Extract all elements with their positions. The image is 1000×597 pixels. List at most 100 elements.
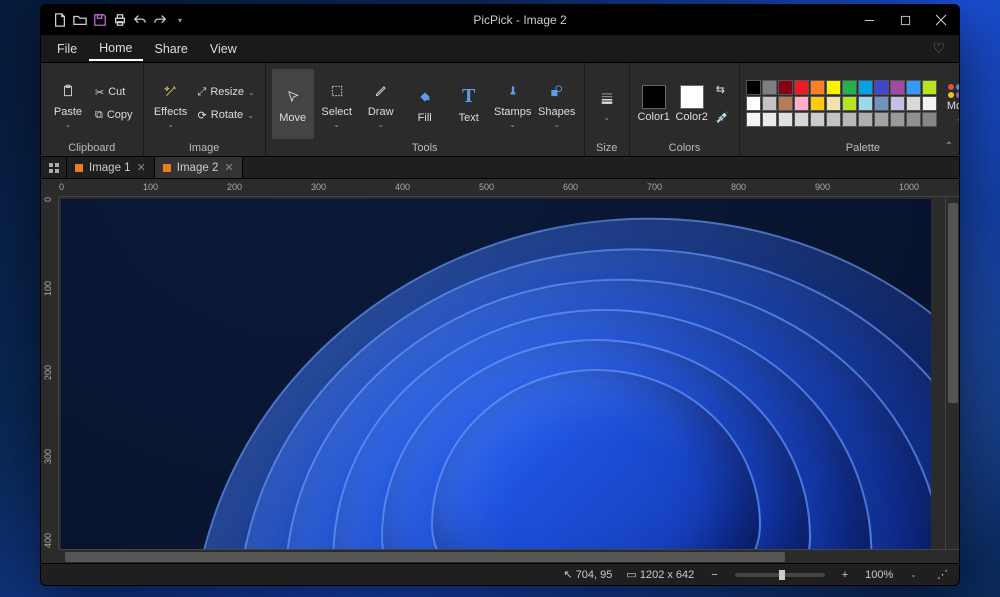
print-icon[interactable] <box>111 11 129 29</box>
palette-swatch[interactable] <box>778 112 793 127</box>
palette-swatch[interactable] <box>906 112 921 127</box>
ruler-horizontal[interactable]: 01002003004005006007008009001000 <box>59 179 959 197</box>
palette-swatch[interactable] <box>858 80 873 95</box>
new-file-icon[interactable] <box>51 11 69 29</box>
tab-image1[interactable]: Image 1✕ <box>67 157 155 178</box>
tool-draw[interactable]: Draw⌄ <box>360 69 402 139</box>
ruler-tick: 400 <box>43 533 53 548</box>
paste-button[interactable]: Paste⌄ <box>47 69 89 139</box>
menu-share[interactable]: Share <box>145 38 198 60</box>
heart-icon[interactable]: ♡ <box>932 40 953 57</box>
palette-swatch[interactable] <box>906 96 921 111</box>
scrollbar-horizontal[interactable] <box>59 549 959 563</box>
palette-swatch[interactable] <box>890 96 905 111</box>
save-icon[interactable] <box>91 11 109 29</box>
canvas-viewport[interactable] <box>59 197 945 549</box>
palette-swatch[interactable] <box>922 96 937 111</box>
bucket-icon <box>412 84 438 110</box>
group-image: Effects⌄ ⤢Resize ⌄ ⟳Rotate ⌄ Image <box>144 63 266 156</box>
effects-button[interactable]: Effects⌄ <box>150 69 192 139</box>
canvas[interactable] <box>61 199 931 549</box>
palette-swatch[interactable] <box>842 96 857 111</box>
zoom-in-button[interactable]: + <box>839 569 851 581</box>
palette-swatch[interactable] <box>746 80 761 95</box>
tool-shapes[interactable]: Shapes⌄ <box>536 69 578 139</box>
resize-button[interactable]: ⤢Resize ⌄ <box>194 81 259 103</box>
minimize-button[interactable] <box>851 5 887 35</box>
resize-grip-icon[interactable]: ⋰ <box>934 568 951 581</box>
tab-image2[interactable]: Image 2✕ <box>155 157 243 178</box>
zoom-slider[interactable] <box>735 573 825 577</box>
ruler-tick: 400 <box>395 182 410 192</box>
rotate-button[interactable]: ⟳Rotate ⌄ <box>194 104 259 126</box>
image-size-icon: ▭ <box>626 569 639 581</box>
color1-button[interactable]: Color1 <box>636 69 672 139</box>
shapes-icon <box>544 78 570 104</box>
undo-icon[interactable] <box>131 11 149 29</box>
palette-swatch[interactable] <box>810 96 825 111</box>
menu-home[interactable]: Home <box>89 37 142 61</box>
palette-swatch[interactable] <box>762 96 777 111</box>
palette-swatch[interactable] <box>810 112 825 127</box>
tool-stamps[interactable]: Stamps⌄ <box>492 69 534 139</box>
swap-colors-button[interactable]: ⇆ <box>712 79 734 101</box>
palette-swatch[interactable] <box>922 80 937 95</box>
close-button[interactable] <box>923 5 959 35</box>
tab-close-icon[interactable]: ✕ <box>224 161 233 174</box>
palette-swatch[interactable] <box>810 80 825 95</box>
ruler-vertical[interactable]: 0100200300400 <box>41 197 59 549</box>
palette-swatch[interactable] <box>746 96 761 111</box>
palette-swatch[interactable] <box>874 80 889 95</box>
menu-view[interactable]: View <box>200 38 247 60</box>
redo-icon[interactable] <box>151 11 169 29</box>
scrollbar-thumb[interactable] <box>65 552 785 562</box>
palette-swatch[interactable] <box>842 80 857 95</box>
resize-icon: ⤢ <box>198 86 207 99</box>
qat-dropdown-icon[interactable]: ▾ <box>171 11 189 29</box>
palette-swatch[interactable] <box>778 80 793 95</box>
zoom-dropdown-icon[interactable]: ⌄ <box>907 570 920 579</box>
palette-swatch[interactable] <box>794 96 809 111</box>
zoom-slider-knob[interactable] <box>779 570 785 580</box>
palette-swatch[interactable] <box>826 96 841 111</box>
cut-button[interactable]: ✂Cut <box>91 81 137 103</box>
palette-swatch[interactable] <box>762 112 777 127</box>
collapse-ribbon-icon[interactable]: ⌃ <box>945 141 953 152</box>
palette-swatch[interactable] <box>874 96 889 111</box>
tab-close-icon[interactable]: ✕ <box>137 161 146 174</box>
maximize-button[interactable] <box>887 5 923 35</box>
menu-file[interactable]: File <box>47 38 87 60</box>
zoom-out-button[interactable]: − <box>708 569 720 581</box>
palette-swatch[interactable] <box>858 96 873 111</box>
palette-swatch[interactable] <box>890 80 905 95</box>
palette-swatch[interactable] <box>922 112 937 127</box>
palette-swatch[interactable] <box>778 96 793 111</box>
color2-button[interactable]: Color2 <box>674 69 710 139</box>
open-icon[interactable] <box>71 11 89 29</box>
tool-move[interactable]: Move <box>272 69 314 139</box>
scrollbar-thumb[interactable] <box>948 203 958 403</box>
tool-select[interactable]: Select⌄ <box>316 69 358 139</box>
group-label-colors: Colors <box>669 140 701 154</box>
palette-swatch[interactable] <box>874 112 889 127</box>
copy-button[interactable]: ⧉Copy <box>91 104 137 126</box>
tool-text[interactable]: TText <box>448 69 490 139</box>
scrollbar-vertical[interactable] <box>945 197 959 549</box>
palette-swatch[interactable] <box>858 112 873 127</box>
palette-swatch[interactable] <box>890 112 905 127</box>
palette-swatch[interactable] <box>794 80 809 95</box>
palette-swatch[interactable] <box>826 112 841 127</box>
eyedropper-button[interactable]: 💉 <box>712 107 734 129</box>
marquee-icon <box>324 78 350 104</box>
palette-swatch[interactable] <box>762 80 777 95</box>
ruler-tick: 500 <box>479 182 494 192</box>
palette-swatch[interactable] <box>826 80 841 95</box>
palette-swatch[interactable] <box>794 112 809 127</box>
palette-swatch[interactable] <box>746 112 761 127</box>
tool-fill[interactable]: Fill <box>404 69 446 139</box>
palette-swatch[interactable] <box>842 112 857 127</box>
more-colors-button[interactable]: More⌄ <box>939 69 960 139</box>
size-button[interactable]: ⌄ <box>591 69 623 139</box>
palette-swatch[interactable] <box>906 80 921 95</box>
tab-grid-icon[interactable] <box>41 157 67 178</box>
